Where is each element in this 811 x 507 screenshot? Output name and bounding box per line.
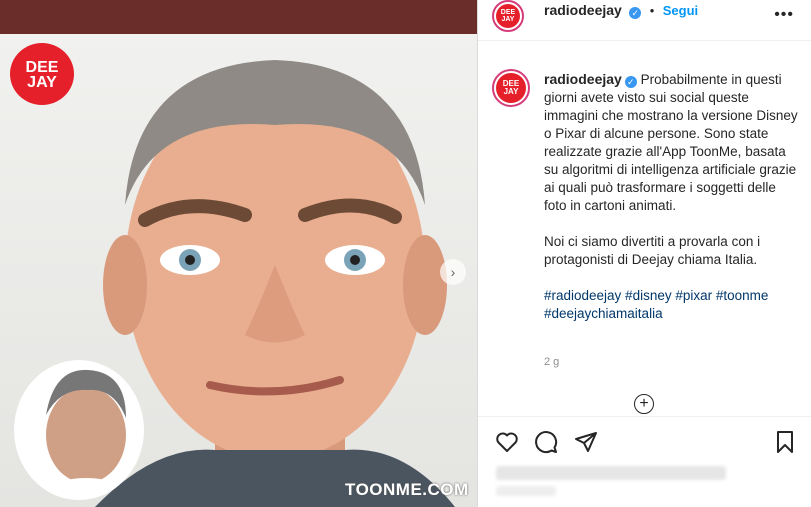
plus-circle-icon[interactable]: +: [634, 394, 654, 414]
toon-face-illustration: [95, 60, 455, 507]
separator-dot: •: [649, 3, 655, 18]
header-username[interactable]: radiodeejay: [544, 2, 622, 18]
post-media[interactable]: DEE JAY › TOONME.COM: [0, 0, 477, 507]
caption-username[interactable]: radiodeejay: [544, 71, 622, 87]
avatar-logo-text: DEE JAY: [496, 4, 520, 28]
media-top-strip: [0, 0, 477, 34]
post-sidebar: DEE JAY radiodeejay ✓ • Segui ••• DEE JA…: [477, 0, 811, 507]
blurred-likes-subtext: [496, 486, 556, 496]
verified-badge-icon: ✓: [624, 76, 637, 88]
follow-button[interactable]: Segui: [663, 3, 698, 18]
bookmark-icon[interactable]: [772, 429, 798, 455]
caption-avatar-text: DEE JAY: [496, 73, 526, 103]
original-photo-thumbnail: [14, 360, 144, 500]
send-icon[interactable]: [573, 429, 599, 455]
profile-avatar[interactable]: DEE JAY: [492, 0, 524, 32]
comment-icon[interactable]: [533, 429, 559, 455]
toonme-watermark: TOONME.COM: [345, 480, 469, 499]
next-slide-button[interactable]: ›: [440, 259, 466, 285]
caption-paragraph-1: Probabilmente in questi giorni avete vis…: [544, 72, 798, 213]
action-bar: [478, 416, 811, 465]
deejay-logo-text: DEE JAY: [25, 59, 59, 91]
verified-badge-icon: ✓: [629, 7, 642, 19]
caption-hashtags[interactable]: #radiodeejay #disney #pixar #toonme #dee…: [544, 287, 798, 323]
post-header: DEE JAY radiodeejay ✓ • Segui •••: [478, 0, 811, 41]
post-time: 2 g: [544, 356, 560, 368]
caption-avatar[interactable]: DEE JAY: [492, 69, 530, 107]
blurred-likes-text: [496, 466, 726, 480]
chevron-right-icon: ›: [450, 264, 456, 280]
ellipsis-icon[interactable]: •••: [774, 6, 794, 24]
post-caption: radiodeejay ✓ Probabilmente in questi gio…: [544, 70, 798, 341]
caption-paragraph-2: Noi ci siamo divertiti a provarla con i …: [544, 234, 761, 267]
heart-icon[interactable]: [494, 429, 520, 455]
